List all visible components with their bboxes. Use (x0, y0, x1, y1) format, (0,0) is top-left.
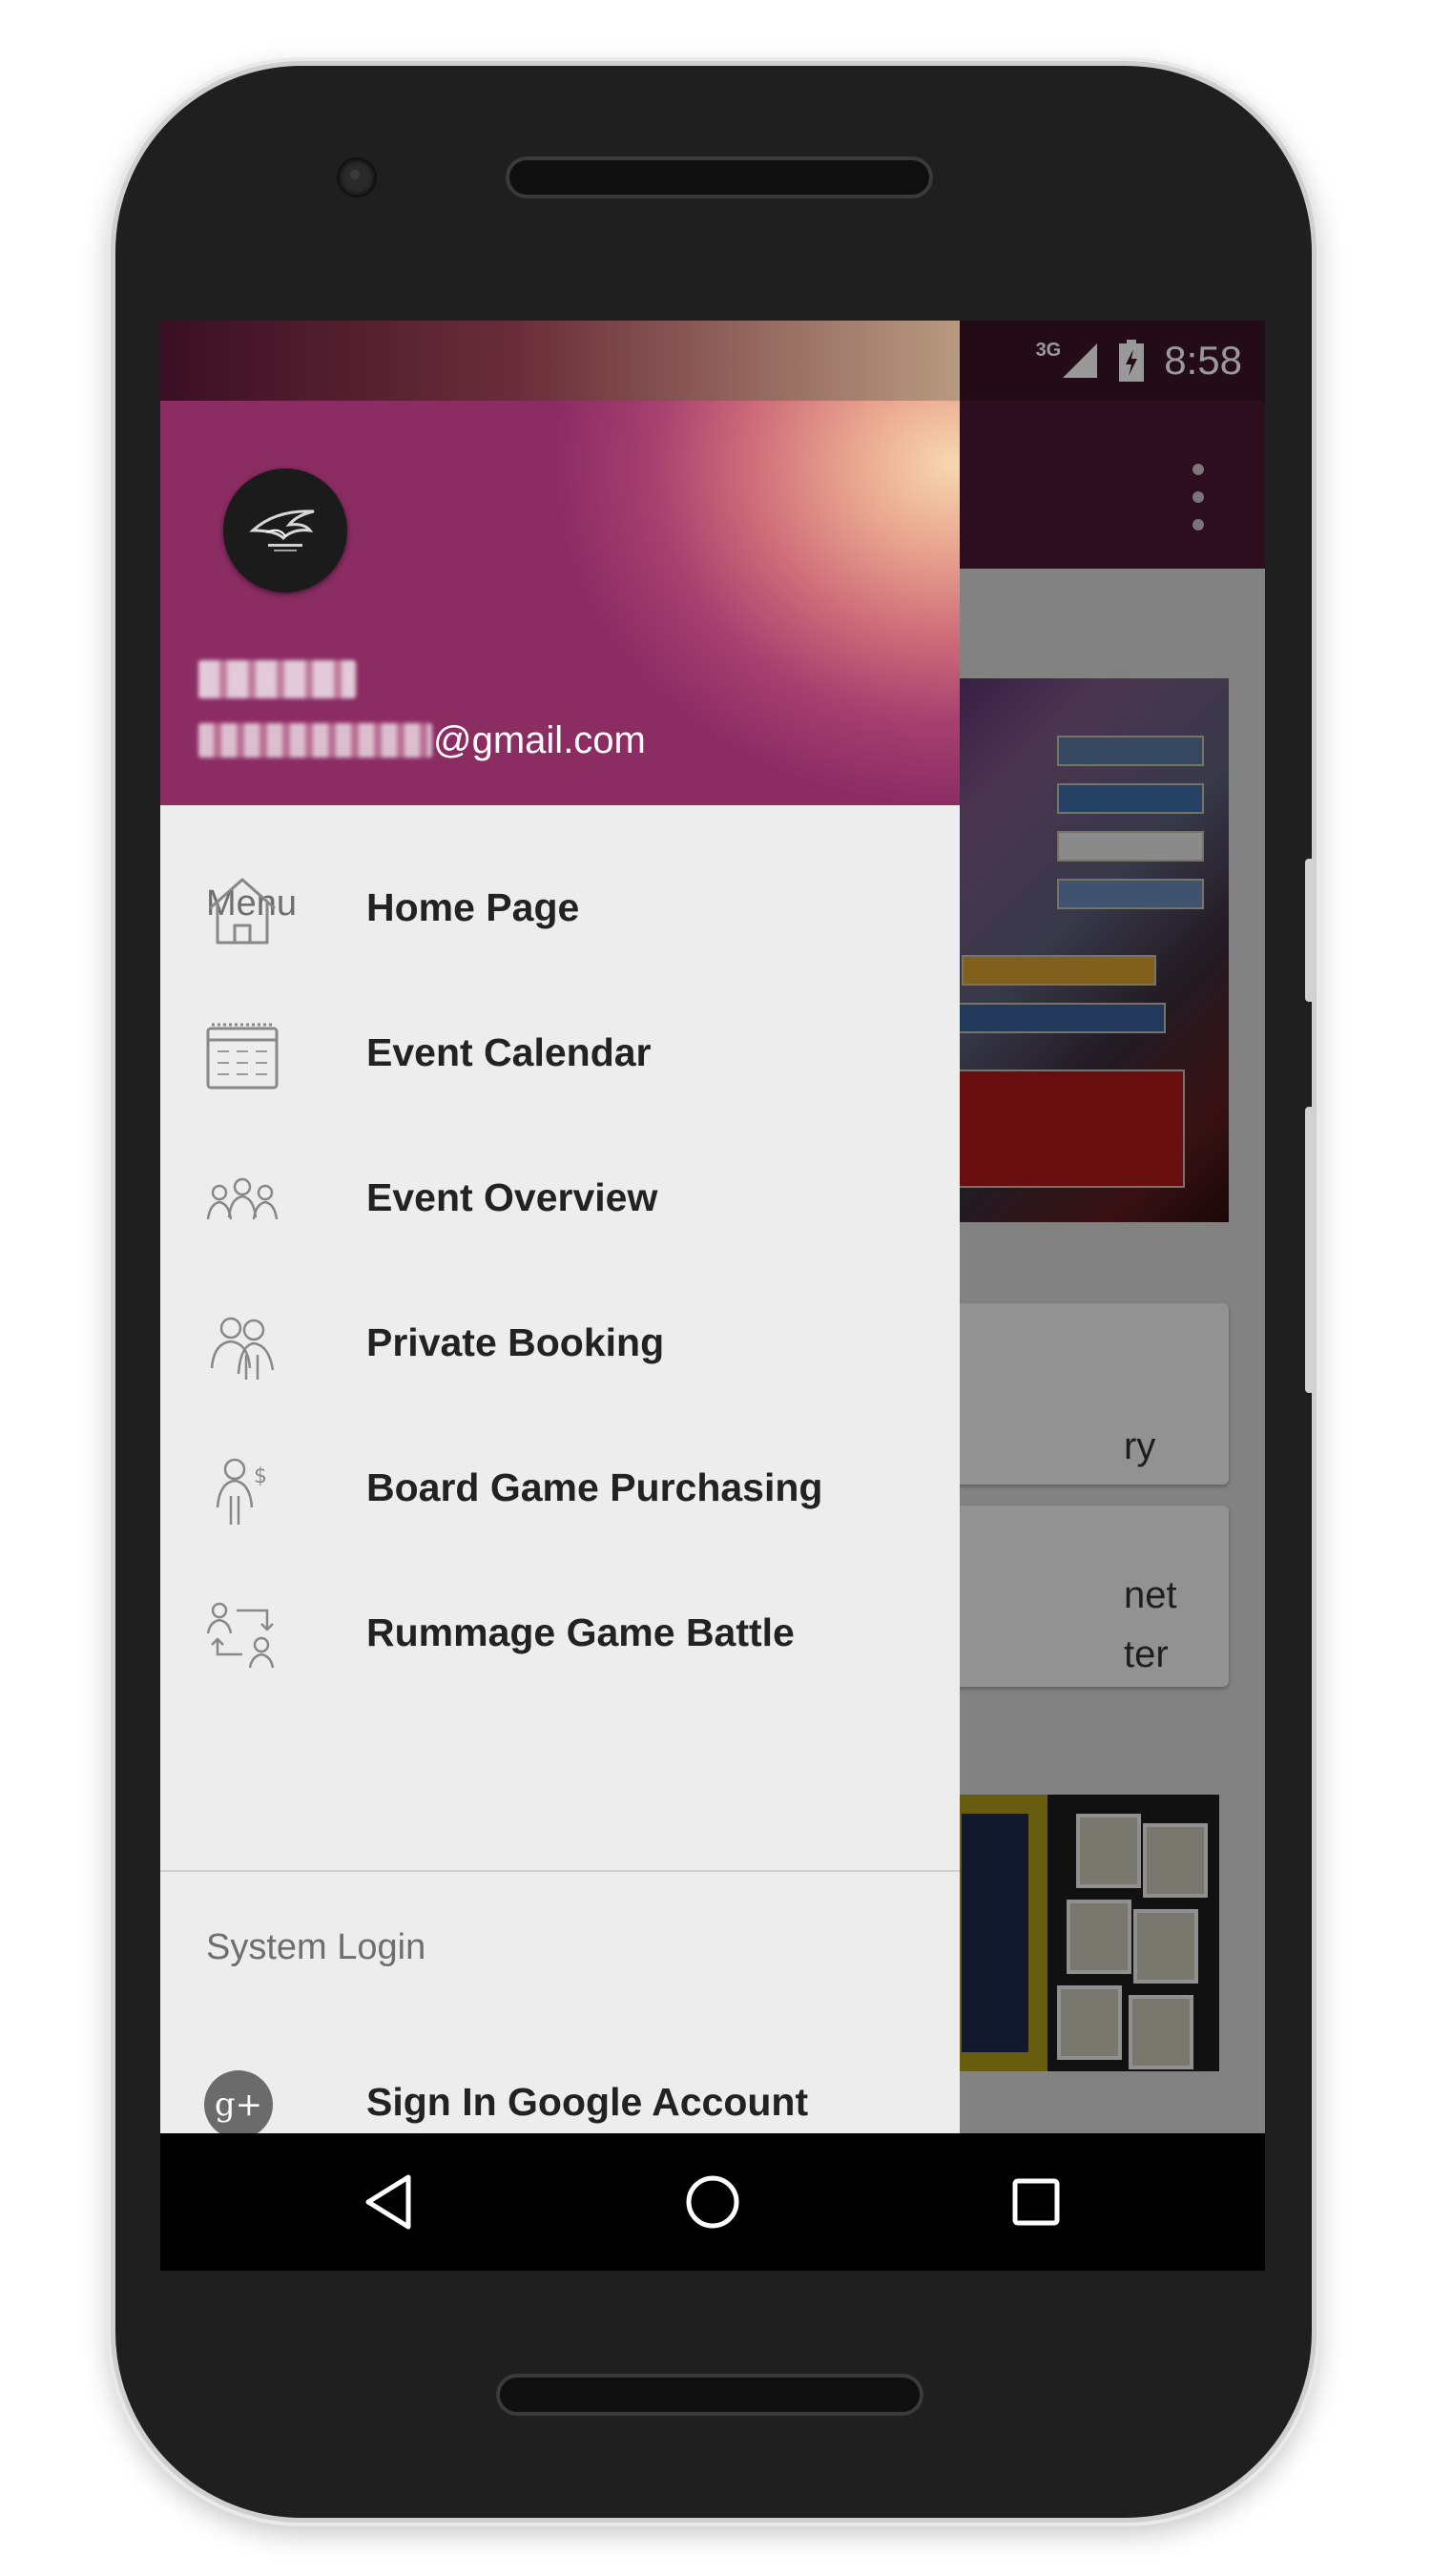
drawer-item-label: Event Overview (366, 1175, 658, 1219)
drawer-item-event-calendar[interactable]: Event Calendar (160, 983, 960, 1126)
home-button-icon[interactable] (682, 2171, 743, 2233)
user-name-redacted (198, 660, 356, 698)
rog-logo-icon (249, 509, 315, 551)
top-speaker (506, 156, 933, 198)
purchase-icon: $ (216, 1458, 267, 1525)
user-email-domain: @gmail.com (433, 719, 646, 761)
calendar-icon (206, 1023, 279, 1090)
drawer-item-label: Event Calendar (366, 1030, 652, 1074)
bottom-speaker (496, 2374, 923, 2416)
user-email-redacted (198, 723, 432, 758)
drawer-item-label: Home Page (366, 885, 580, 929)
drawer-item-label: Board Game Purchasing (366, 1465, 823, 1509)
home-icon (209, 878, 276, 945)
front-camera (337, 157, 377, 197)
drawer-item-label: Rummage Game Battle (366, 1610, 795, 1654)
google-plus-icon: g+ (204, 2070, 273, 2133)
screen: 3G 8:58 ry net ter @gmail.com Menu Home … (160, 321, 1265, 2271)
volume-button (1305, 859, 1315, 1002)
drawer-item-event-overview[interactable]: Event Overview (160, 1128, 960, 1271)
drawer-item-private-booking[interactable]: Private Booking (160, 1273, 960, 1416)
power-button (1305, 1107, 1315, 1393)
login-section-label: System Login (206, 1927, 426, 1967)
group-icon (206, 1177, 279, 1220)
navigation-drawer: @gmail.com Menu Home Page Event Calendar… (160, 321, 960, 2133)
drawer-header: @gmail.com (160, 321, 960, 805)
people-icon (210, 1317, 275, 1380)
drawer-status-band (160, 321, 960, 401)
avatar[interactable] (223, 468, 347, 592)
recents-button-icon[interactable] (1006, 2171, 1067, 2233)
back-button-icon[interactable] (361, 2171, 422, 2233)
svg-text:$: $ (254, 1465, 267, 1488)
swap-icon (206, 1602, 275, 1669)
drawer-item-label: Sign In Google Account (366, 2080, 809, 2124)
drawer-item-home-page[interactable]: Home Page (160, 838, 960, 981)
drawer-divider (160, 1870, 960, 1872)
drawer-item-label: Private Booking (366, 1320, 665, 1364)
drawer-item-rummage-game-battle[interactable]: Rummage Game Battle (160, 1563, 960, 1706)
drawer-item-board-game-purchasing[interactable]: $ Board Game Purchasing (160, 1418, 960, 1561)
system-nav-bar (160, 2133, 1265, 2271)
drawer-item-sign-in-google[interactable]: g+ Sign In Google Account (160, 2038, 960, 2133)
